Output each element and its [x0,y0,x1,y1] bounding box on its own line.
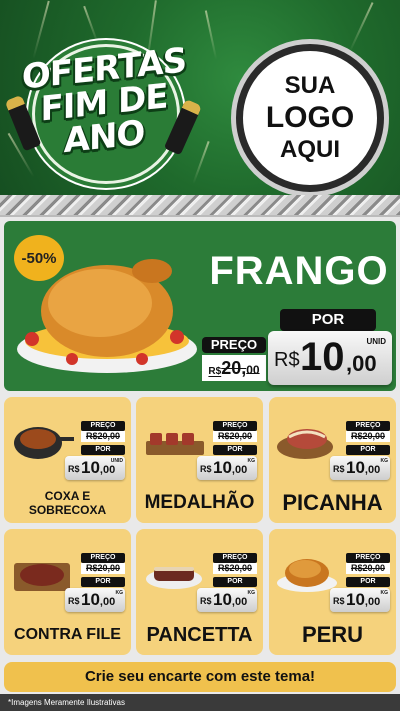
old-price-value: R$20,00 [350,431,386,441]
footer-disclaimer: *Imagens Meramente Ilustrativas [0,694,400,711]
price-unit: KG [115,590,124,596]
old-price: R$20,00 [81,563,125,574]
logo-line: LOGO [265,101,355,134]
price-currency: R$ [200,464,212,474]
price-currency: R$ [200,596,212,606]
por-label: POR [213,577,257,587]
cta-banner[interactable]: Crie seu encarte com este tema! [4,662,396,692]
badge-title: OFERTAS FIM DE ANO [14,40,194,164]
por-label: POR [213,445,257,455]
preco-label: PREÇO [213,421,257,431]
hero-price-box: R$ 10 ,00 UNID [268,331,392,385]
old-price-value: R$20,00 [85,431,121,441]
product-card: PREÇO R$20,00 POR R$ 10,00 UNID COXA E S… [4,397,131,523]
product-card: PREÇO R$20,00 POR R$ 10,00 KG PICANHA [269,397,396,523]
price-cents: ,00 [99,596,116,608]
por-label: POR [81,577,125,587]
preco-label: PREÇO [213,553,257,563]
price-cents: ,00 [99,464,116,476]
price-cents: ,00 [231,596,248,608]
old-price: R$20,00 [213,563,257,574]
price-unit: KG [380,458,389,464]
old-price: R$20,00 [81,431,125,442]
logo-line: AQUI [280,136,340,163]
price-box: R$ 10,00 KG [330,456,390,480]
price-cents: ,00 [364,596,381,608]
firework-spark [192,141,210,184]
price-currency: R$ [68,464,80,474]
price-currency: R$ [68,596,80,606]
por-label: POR [81,445,125,455]
product-name: COXA E SOBRECOXA [28,489,107,517]
old-price-value: 20, [221,358,247,378]
price-value: 10 [346,590,365,609]
preco-label: PREÇO [346,553,390,563]
price-value: 10 [81,458,100,477]
por-label: POR [346,445,390,455]
old-price-value: R$20,00 [217,431,253,441]
price-value: 10 [346,458,365,477]
price-unit: UNID [110,458,123,464]
price-amount: 10,00 [213,590,247,610]
price-unit: KG [247,458,256,464]
price-box: R$ 10,00 KG [197,588,257,612]
product-name: CONTRA FILE [14,626,121,643]
ofertas-fim-de-ano-badge: OFERTAS FIM DE ANO [4,38,203,186]
product-name: PICANHA [282,490,383,515]
product-card: PREÇO R$20,00 POR R$ 10,00 KG CONTRA FIL… [4,529,131,655]
hero-product-name: FRANGO [209,249,389,293]
old-price: R$20,00 [346,431,390,442]
firework-spark [348,2,374,53]
price-value: 10 [81,590,100,609]
price-cents: ,00 [364,464,381,476]
old-price-value: R$20,00 [217,563,253,573]
price-currency: R$ [274,349,300,371]
price-unit: KG [247,590,256,596]
price-cents: ,00 [346,351,377,376]
old-price-currency: R$ [208,366,222,377]
price-cents: ,00 [231,464,248,476]
price-currency: R$ [333,464,345,474]
discount-badge: -50% [14,235,64,281]
preco-label: PREÇO [346,421,390,431]
price-box: R$ 10,00 KG [65,588,125,612]
old-price-value: R$20,00 [350,563,386,573]
price-value: 10 [213,458,232,477]
product-grid: PREÇO R$20,00 POR R$ 10,00 UNID COXA E S… [4,397,396,659]
preco-label: PREÇO [81,421,125,431]
old-price: R$20,00 [346,563,390,574]
price-box: R$ 10,00 UNID [65,456,125,480]
product-name: PANCETTA [146,624,253,646]
por-label: POR [346,577,390,587]
product-card: PREÇO R$20,00 POR R$ 10,00 KG PANCETTA [136,529,263,655]
preco-label: PREÇO [81,553,125,563]
price-box: R$ 10,00 KG [197,456,257,480]
product-card: PREÇO R$20,00 POR R$ 10,00 KG MEDALHÃO [136,397,263,523]
product-name: PERU [301,622,364,647]
old-price-value: R$20,00 [85,563,121,573]
price-box: R$ 10,00 KG [330,588,390,612]
price-amount: 10,00 [213,458,247,478]
price-currency: R$ [333,596,345,606]
product-name: MEDALHÃO [144,492,255,513]
hero-offer: -50% FRANGO PREÇO R$20,00 POR R$ 10 ,00 … [4,221,396,391]
price-amount: 10,00 [346,458,380,478]
price-amount: 10,00 [346,590,380,610]
por-label: POR [280,309,376,331]
logo-placeholder: SUA LOGO AQUI [236,44,384,192]
logo-line: SUA [284,72,336,99]
old-price: R$20,00 [213,431,257,442]
price-unit: KG [380,590,389,596]
product-card: PREÇO R$20,00 POR R$ 10,00 KG PERU [269,529,396,655]
price-value: 10 [300,335,345,379]
header-banner: OFERTAS FIM DE ANO SUA LOGO AQUI [0,0,400,195]
price-value: 10 [213,590,232,609]
old-price-cents: 00 [246,363,260,377]
price-amount: 10,00 [81,590,115,610]
old-price: R$20,00 [202,355,266,381]
decorative-stripe [0,195,400,217]
firework-spark [204,10,218,60]
preco-label: PREÇO [202,337,266,353]
price-unit: UNID [366,337,386,346]
